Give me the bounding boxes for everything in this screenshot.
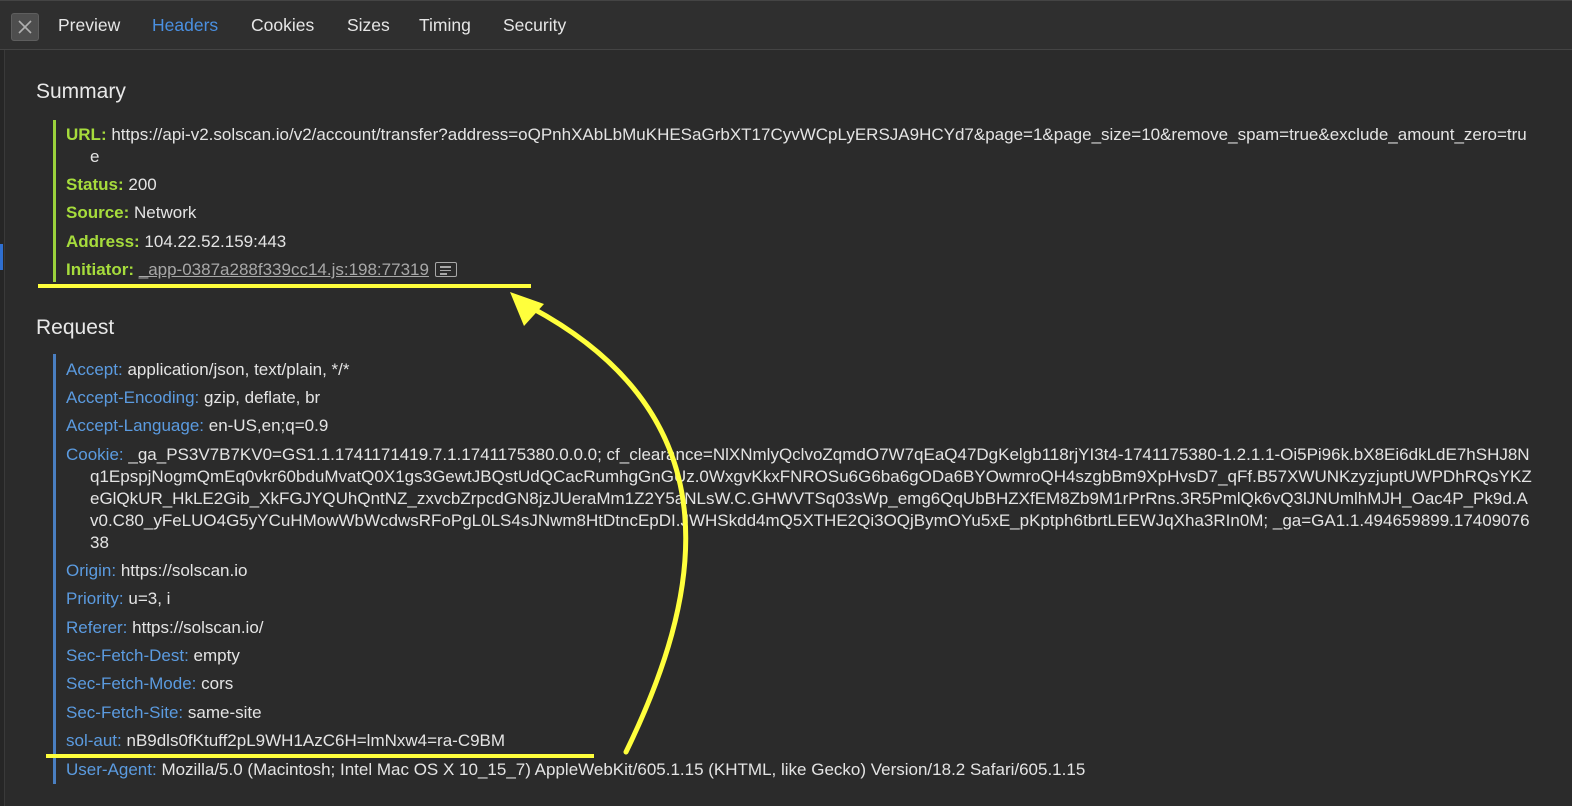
url-key: URL: [66, 125, 107, 144]
header-value: _ga_PS3V7B7KV0=GS1.1.1741171419.7.1.1741… [90, 445, 1532, 552]
request-title: Request [36, 316, 115, 339]
header-key: sol-aut: [66, 731, 122, 750]
header-value: nB9dls0fKtuff2pL9WH1AzC6H=lmNxw4=ra-C9BM [126, 731, 506, 750]
header-value: https://solscan.io/ [132, 618, 264, 637]
header-row: Accept-Language: en-US,en;q=0.9 [66, 415, 328, 437]
summary-group-bar [53, 120, 56, 282]
source-reveal-icon[interactable] [434, 262, 457, 277]
request-group-bar [53, 354, 56, 784]
summary-address-row: Address: 104.22.52.159:443 [66, 231, 286, 253]
status-value: 200 [128, 175, 157, 194]
source-key: Source: [66, 203, 130, 222]
header-row: Origin: https://solscan.io [66, 560, 247, 582]
header-row: User-Agent: Mozilla/5.0 (Macintosh; Inte… [66, 759, 1085, 781]
header-key: Priority: [66, 589, 124, 608]
summary-title: Summary [36, 80, 126, 103]
close-x-icon [18, 20, 32, 34]
summary-initiator-row: Initiator: _app-0387a288f339cc14.js:198:… [66, 259, 457, 281]
header-row: Accept-Encoding: gzip, deflate, br [66, 387, 320, 409]
tab-preview[interactable]: Preview [58, 15, 120, 36]
header-row: Accept: application/json, text/plain, */… [66, 359, 350, 381]
header-key: Referer: [66, 618, 128, 637]
selection-marker [0, 244, 3, 270]
header-row: Priority: u=3, i [66, 588, 170, 610]
tab-timing[interactable]: Timing [419, 15, 471, 36]
header-key: Accept-Language: [66, 416, 204, 435]
header-row: Sec-Fetch-Dest: empty [66, 645, 240, 667]
summary-url-row: URL: https://api-v2.solscan.io/v2/accoun… [66, 124, 1536, 168]
header-row-cookie: Cookie: _ga_PS3V7B7KV0=GS1.1.1741171419.… [66, 444, 1536, 554]
address-key: Address: [66, 232, 140, 251]
header-row-sol-aut: sol-aut: nB9dls0fKtuff2pL9WH1AzC6H=lmNxw… [66, 730, 505, 752]
header-value: en-US,en;q=0.9 [208, 416, 329, 435]
address-value: 104.22.52.159:443 [144, 232, 287, 251]
header-row: Referer: https://solscan.io/ [66, 617, 264, 639]
header-key: Sec-Fetch-Mode: [66, 674, 197, 693]
header-key: Accept-Encoding: [66, 388, 200, 407]
header-value: gzip, deflate, br [203, 388, 321, 407]
arrow-head-icon [510, 292, 544, 326]
initiator-key: Initiator: [66, 260, 134, 279]
tab-headers[interactable]: Headers [152, 15, 218, 36]
status-key: Status: [66, 175, 124, 194]
header-key: User-Agent: [66, 760, 157, 779]
url-value: https://api-v2.solscan.io/v2/account/tra… [90, 125, 1527, 166]
header-row: Sec-Fetch-Mode: cors [66, 673, 233, 695]
header-key: Accept: [66, 360, 123, 379]
close-button[interactable] [11, 13, 39, 41]
header-value: same-site [187, 703, 262, 722]
header-value: u=3, i [128, 589, 171, 608]
left-pane-edge [0, 50, 5, 806]
header-key: Sec-Fetch-Site: [66, 703, 184, 722]
header-value: Mozilla/5.0 (Macintosh; Intel Mac OS X 1… [161, 760, 1086, 779]
tab-sizes[interactable]: Sizes [347, 15, 390, 36]
tab-security[interactable]: Security [503, 15, 566, 36]
header-value: empty [193, 646, 240, 665]
summary-source-row: Source: Network [66, 202, 196, 224]
header-key: Origin: [66, 561, 117, 580]
header-value: cors [201, 674, 234, 693]
header-key: Sec-Fetch-Dest: [66, 646, 189, 665]
summary-status-row: Status: 200 [66, 174, 157, 196]
header-value: https://solscan.io [120, 561, 248, 580]
header-row: Sec-Fetch-Site: same-site [66, 702, 262, 724]
header-value: application/json, text/plain, */* [127, 360, 350, 379]
source-value: Network [134, 203, 197, 222]
tab-cookies[interactable]: Cookies [251, 15, 314, 36]
tab-bar: Preview Headers Cookies Sizes Timing Sec… [0, 0, 1572, 50]
header-key: Cookie: [66, 445, 124, 464]
initiator-link[interactable]: _app-0387a288f339cc14.js:198:77319 [139, 260, 429, 279]
